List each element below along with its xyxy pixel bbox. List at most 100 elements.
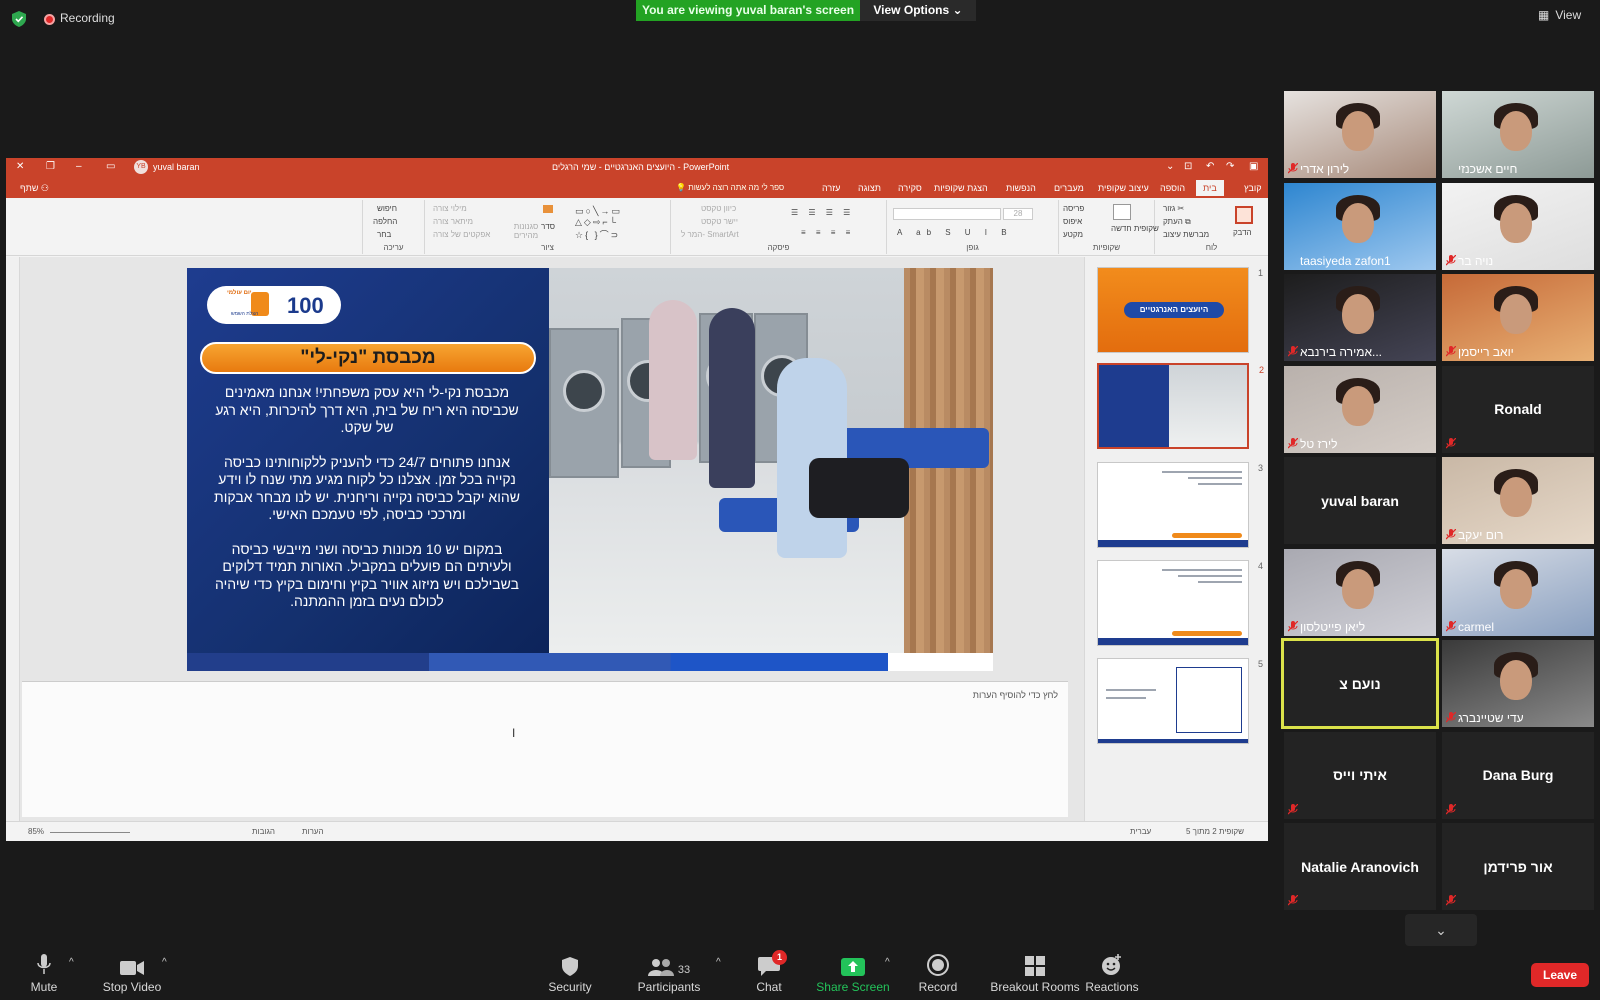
participant-name: איתי וייס bbox=[1333, 767, 1387, 783]
participant-name: taasiyeda zafon1 bbox=[1300, 253, 1391, 268]
reactions-button[interactable]: Reactions bbox=[1062, 954, 1162, 1000]
girl-figure bbox=[649, 300, 697, 460]
thumbnail-accent bbox=[1172, 631, 1242, 636]
participant-tile[interactable]: אור פרידמן bbox=[1442, 823, 1594, 910]
participants-button[interactable]: 33 Participants bbox=[619, 954, 719, 1000]
drawing-group-label: ציור bbox=[541, 243, 554, 252]
thumbnail-photo bbox=[1169, 365, 1247, 447]
zoom-slider bbox=[50, 832, 130, 833]
slide-thumbnail: היועצים האנרגטיים 1 bbox=[1097, 267, 1263, 353]
thumbnail-footer bbox=[1098, 638, 1248, 645]
participant-name: carmel bbox=[1458, 619, 1495, 634]
leave-button[interactable]: Leave bbox=[1531, 963, 1589, 987]
participant-tile[interactable]: חיים אשכנזי bbox=[1442, 91, 1594, 178]
thumbnail-accent bbox=[1172, 533, 1242, 538]
mute-label: Mute bbox=[30, 980, 58, 994]
tab-animations: הנפשות bbox=[1006, 183, 1036, 193]
thumbnail-number: 5 bbox=[1258, 659, 1264, 669]
audio-options-caret[interactable]: ^ bbox=[69, 957, 74, 968]
chevron-down-icon: ⌄ bbox=[952, 3, 963, 17]
notes-pane: לחץ כדי להוסיף הערות I bbox=[22, 681, 1068, 817]
thumbnail-number: 4 bbox=[1258, 561, 1264, 571]
participant-name: Ronald bbox=[1494, 401, 1542, 417]
smartart-label: המר ל- SmartArt bbox=[681, 230, 739, 239]
participant-tile[interactable]: איתי וייס bbox=[1284, 731, 1436, 819]
participant-tile[interactable]: יואב רייסמן bbox=[1442, 274, 1594, 361]
participant-name: רום יעקב bbox=[1458, 528, 1504, 542]
video-options-caret[interactable]: ^ bbox=[162, 957, 167, 968]
muted-microphone-icon bbox=[1288, 437, 1298, 448]
thumbnail-panel bbox=[1099, 365, 1169, 447]
slide-editor: יום עולמי הצלת השמש 100 מכבסת "נקי-לי" מ… bbox=[6, 257, 1084, 841]
close-icon: ✕ bbox=[16, 161, 25, 172]
recording-dot-icon bbox=[44, 14, 55, 25]
participant-tile[interactable]: ליאן פייטלסון bbox=[1284, 548, 1436, 636]
participant-tile[interactable]: נויה בר bbox=[1442, 182, 1594, 270]
gallery-next-button[interactable]: ⌄ bbox=[1405, 914, 1477, 946]
tab-review: סקירה bbox=[898, 183, 922, 193]
participant-name: עדי שטיינברג bbox=[1458, 711, 1524, 725]
participant-tile[interactable]: עדי שטיינברג bbox=[1442, 640, 1594, 727]
vertical-ruler bbox=[6, 257, 20, 841]
view-options-button[interactable]: View Options ⌄ bbox=[860, 0, 976, 21]
editing-group-label: עריכה bbox=[383, 243, 404, 252]
stop-video-button[interactable]: Stop Video bbox=[82, 954, 182, 1000]
tab-view: תצוגה bbox=[858, 183, 881, 193]
grid-view-icon: ▦ bbox=[1538, 8, 1550, 22]
security-button[interactable]: Security bbox=[520, 954, 620, 1000]
view-label: View bbox=[1555, 8, 1582, 22]
slide-footer-bar bbox=[187, 653, 993, 671]
participant-tile[interactable]: נועם צ bbox=[1281, 638, 1439, 729]
paste-label: הדבק bbox=[1233, 228, 1252, 237]
participant-tile[interactable]: yuval baran bbox=[1284, 457, 1436, 544]
section-label: מקטע bbox=[1063, 230, 1084, 239]
tab-slideshow: הצגת שקופיות bbox=[934, 183, 988, 193]
participant-tile[interactable]: Dana Burg bbox=[1442, 731, 1594, 819]
slides-group-label: שקופיות bbox=[1092, 243, 1121, 252]
thumbnail-text-line bbox=[1162, 569, 1242, 571]
replace-label: החלפה bbox=[373, 217, 398, 226]
slide-text-panel: יום עולמי הצלת השמש 100 מכבסת "נקי-לי" מ… bbox=[187, 268, 549, 671]
participant-tile[interactable]: Ronald bbox=[1442, 365, 1594, 453]
participant-face bbox=[1342, 202, 1374, 243]
security-label: Security bbox=[548, 980, 592, 994]
slide-thumbnail: 3 bbox=[1097, 462, 1263, 548]
mute-button[interactable]: Mute bbox=[0, 954, 94, 1000]
view-button[interactable]: ▦ View bbox=[1538, 8, 1581, 22]
participant-tile[interactable]: אמירה בירנבא... bbox=[1284, 274, 1436, 361]
reactions-label: Reactions bbox=[1085, 980, 1139, 994]
font-name-box bbox=[893, 208, 1001, 220]
viewing-screen-banner: You are viewing yuval baran's screen bbox=[636, 0, 860, 21]
quick-styles-label: סגנונות מהירים bbox=[513, 222, 539, 240]
record-label: Record bbox=[918, 980, 958, 994]
record-icon bbox=[927, 954, 949, 976]
align-text-label: יישר טקסט bbox=[701, 217, 738, 226]
thumbnail-text-line bbox=[1178, 575, 1242, 577]
tab-file: קובץ bbox=[1244, 183, 1262, 193]
slide-thumbnail: 4 bbox=[1097, 560, 1263, 646]
format-painter-item: מברשת עיצוב bbox=[1163, 230, 1209, 239]
muted-microphone-icon bbox=[1446, 712, 1456, 723]
microphone-icon bbox=[37, 954, 51, 976]
participant-tile[interactable]: taasiyeda zafon1 bbox=[1284, 182, 1436, 270]
slide-paragraph: במקום יש 10 מכונות כביסה ושני מייבשי כבי… bbox=[215, 540, 519, 610]
record-button[interactable]: Record bbox=[888, 954, 988, 1000]
laundromat-photo bbox=[549, 268, 993, 653]
font-group-label: גופן bbox=[966, 243, 979, 252]
cut-item: גזור ✂ bbox=[1163, 204, 1185, 213]
participant-tile[interactable]: carmel bbox=[1442, 548, 1594, 636]
thumbnail-text-line bbox=[1162, 471, 1242, 473]
participant-tile[interactable]: לירז טל bbox=[1284, 365, 1436, 453]
participant-tile[interactable]: רום יעקב bbox=[1442, 457, 1594, 544]
thumbnail-text-line bbox=[1106, 689, 1156, 691]
participant-name: חיים אשכנזי bbox=[1458, 162, 1518, 176]
muted-microphone-icon bbox=[1288, 346, 1298, 357]
present-icon: ⊡ bbox=[1184, 161, 1193, 172]
ppt-user-name: yuval baran bbox=[153, 162, 200, 172]
participant-tile[interactable]: Natalie Aranovich bbox=[1284, 823, 1436, 910]
tab-transitions: מעברים bbox=[1054, 183, 1084, 193]
copy-item: העתק ⧉ bbox=[1163, 217, 1191, 226]
thumbnail-title: היועצים האנרגטיים bbox=[1124, 302, 1224, 318]
participant-tile[interactable]: לירון אדרי bbox=[1284, 91, 1436, 178]
ppt-window-title: היועצים האנרגטיים - שמי הרגלים - PowerPo… bbox=[552, 162, 730, 172]
